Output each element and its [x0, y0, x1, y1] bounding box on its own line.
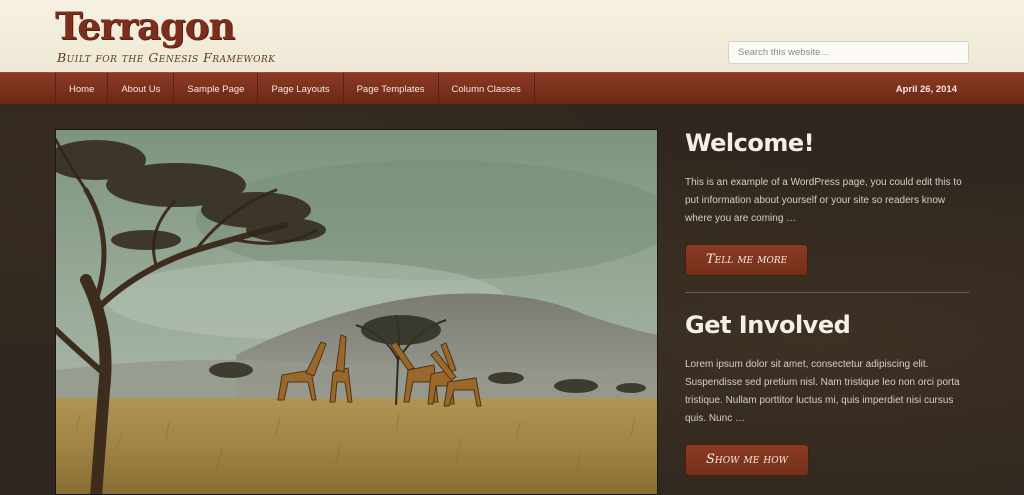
show-me-how-button[interactable]: Show me how [685, 444, 809, 476]
hero-image [55, 129, 658, 495]
nav-item-page-templates[interactable]: Page Templates [342, 73, 438, 105]
widget-title: Welcome! [685, 129, 815, 157]
widget-text: Lorem ipsum dolor sit amet, consectetur … [685, 359, 960, 424]
search-input[interactable] [728, 41, 969, 64]
main-nav: Home About Us Sample Page Page Layouts P… [0, 72, 1024, 105]
nav-item-home[interactable]: Home [55, 73, 107, 105]
tell-me-more-button[interactable]: Tell me more [685, 244, 809, 276]
nav-item-column-classes[interactable]: Column Classes [437, 73, 535, 105]
widget-welcome: Welcome! This is an example of a WordPre… [685, 129, 969, 276]
nav-item-page-layouts[interactable]: Page Layouts [257, 73, 342, 105]
site-logo-title[interactable]: Terragon [55, 4, 235, 48]
nav-item-sample-page[interactable]: Sample Page [173, 73, 257, 105]
nav-menu: Home About Us Sample Page Page Layouts P… [55, 73, 535, 105]
savanna-giraffe-illustration [56, 130, 657, 494]
nav-item-about-us[interactable]: About Us [107, 73, 173, 105]
divider [685, 292, 969, 293]
sidebar: Welcome! This is an example of a WordPre… [685, 129, 969, 476]
widget-text: This is an example of a WordPress page, … [685, 177, 962, 224]
widget-get-involved: Get Involved Lorem ipsum dolor sit amet,… [685, 311, 969, 476]
main-content: Welcome! This is an example of a WordPre… [0, 105, 1024, 495]
site-header: Terragon Built for the Genesis Framework [0, 0, 1024, 72]
widget-title: Get Involved [685, 311, 851, 339]
nav-date: April 26, 2014 [895, 83, 957, 95]
site-tagline: Built for the Genesis Framework [57, 50, 276, 65]
